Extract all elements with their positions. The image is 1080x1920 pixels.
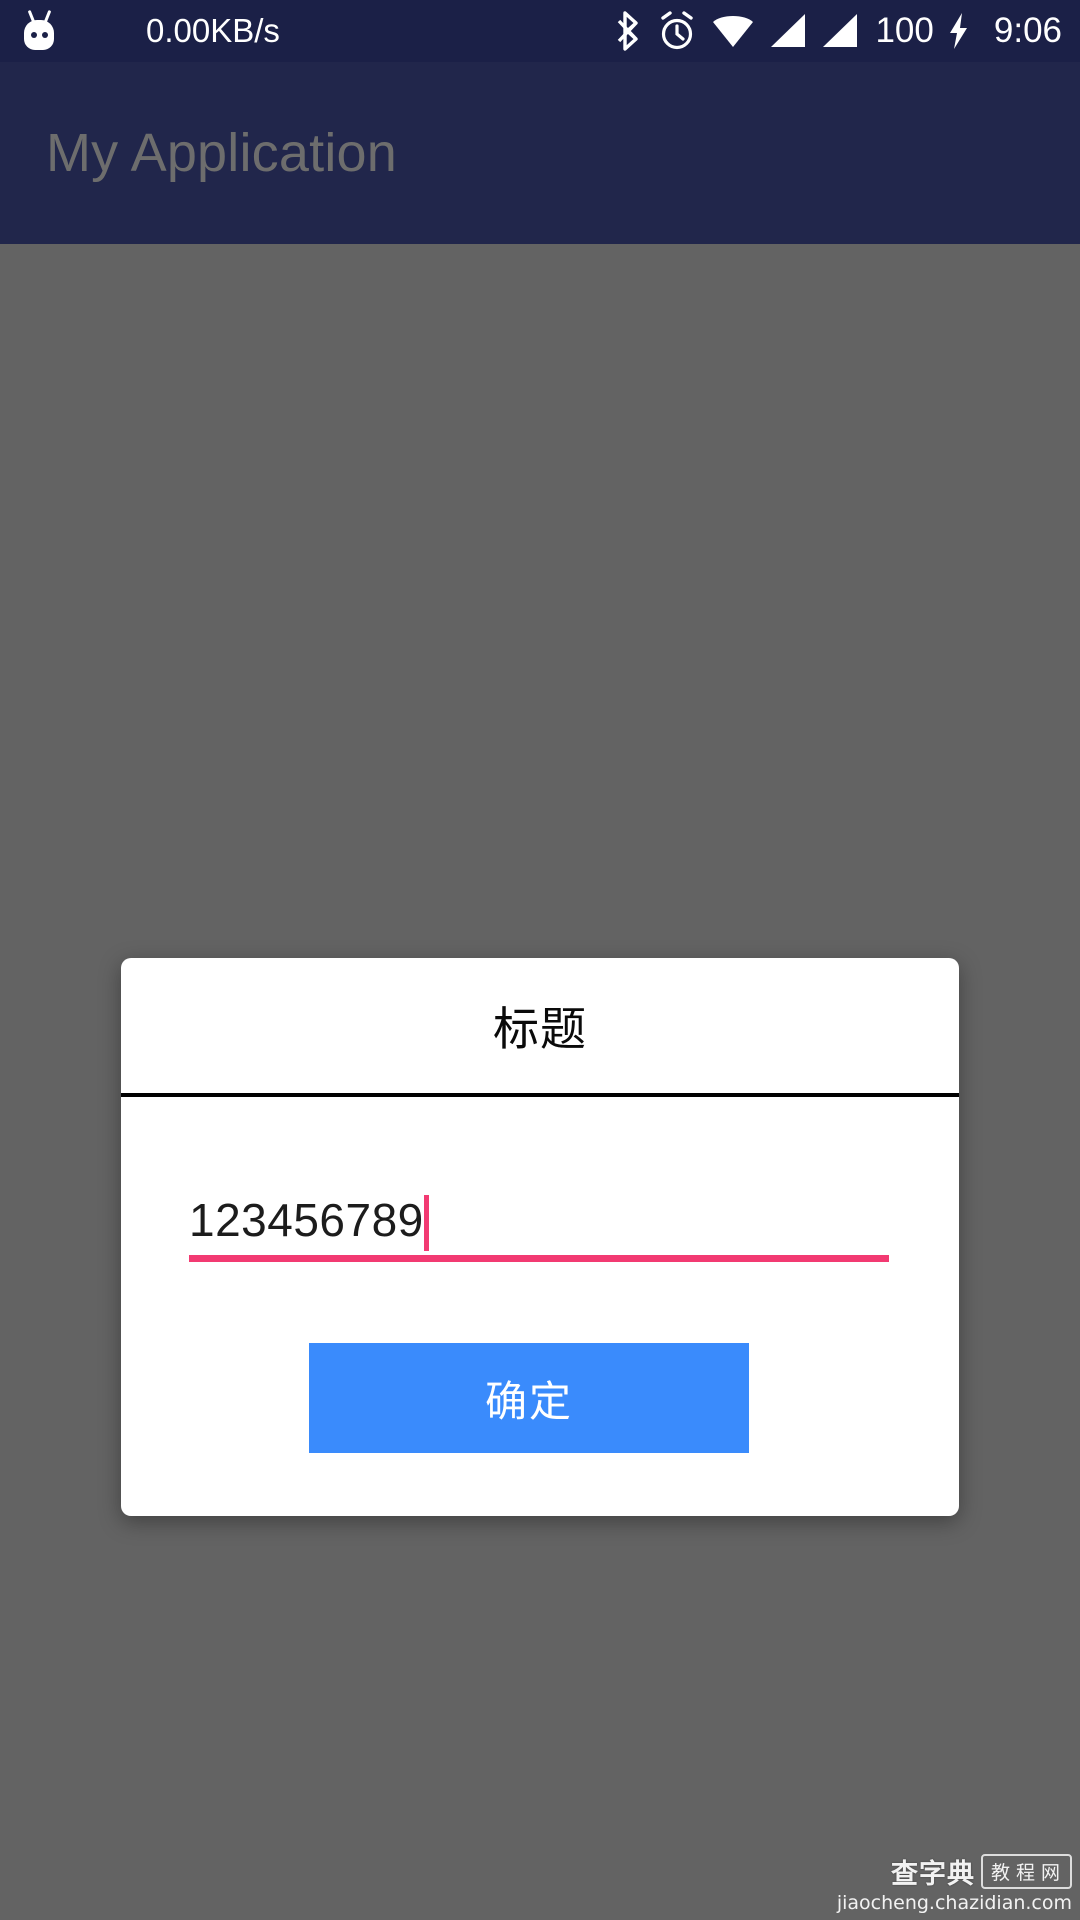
wifi-icon xyxy=(713,16,754,47)
custom-dialog: 标题 123456789 确定 xyxy=(121,958,959,1516)
text-caret xyxy=(423,1195,429,1251)
dialog-body: 123456789 确定 xyxy=(121,1097,959,1516)
lightning-bolt-icon xyxy=(949,13,967,49)
confirm-button[interactable]: 确定 xyxy=(309,1343,749,1453)
status-bar-left: 0.00KB/s xyxy=(18,9,280,52)
status-bar: 0.00KB/s 100 9:06 xyxy=(0,0,1080,62)
content-area: 标题 123456789 确定 查字典 教程网 jiaocheng.chazid… xyxy=(0,244,1080,1920)
page-title: My Application xyxy=(46,123,397,183)
dialog-title-container: 标题 xyxy=(121,958,959,1093)
alarm-clock-icon xyxy=(661,11,694,50)
input-underline xyxy=(189,1255,889,1262)
watermark: 查字典 教程网 jiaocheng.chazidian.com xyxy=(837,1852,1072,1914)
watermark-tag: 教程网 xyxy=(980,1854,1072,1889)
signal-sim2-icon xyxy=(823,14,858,47)
status-bar-right: 100 9:06 xyxy=(617,10,1062,52)
text-input-group[interactable]: 123456789 xyxy=(189,1167,889,1262)
network-speed-label: 0.00KB/s xyxy=(146,12,280,49)
watermark-brand: 查字典 xyxy=(890,1859,975,1890)
battery-level-label: 100 xyxy=(875,11,934,50)
watermark-url: jiaocheng.chazidian.com xyxy=(836,1892,1072,1914)
bluetooth-icon xyxy=(618,11,639,51)
app-bar: My Application xyxy=(0,62,1080,244)
signal-sim1-icon xyxy=(771,14,806,47)
clock-label: 9:06 xyxy=(993,11,1062,50)
text-input-field[interactable]: 123456789 xyxy=(189,1167,889,1253)
text-input-value: 123456789 xyxy=(189,1194,424,1246)
dialog-title: 标题 xyxy=(493,1001,587,1056)
watermark-row: 查字典 教程网 xyxy=(891,1852,1072,1891)
